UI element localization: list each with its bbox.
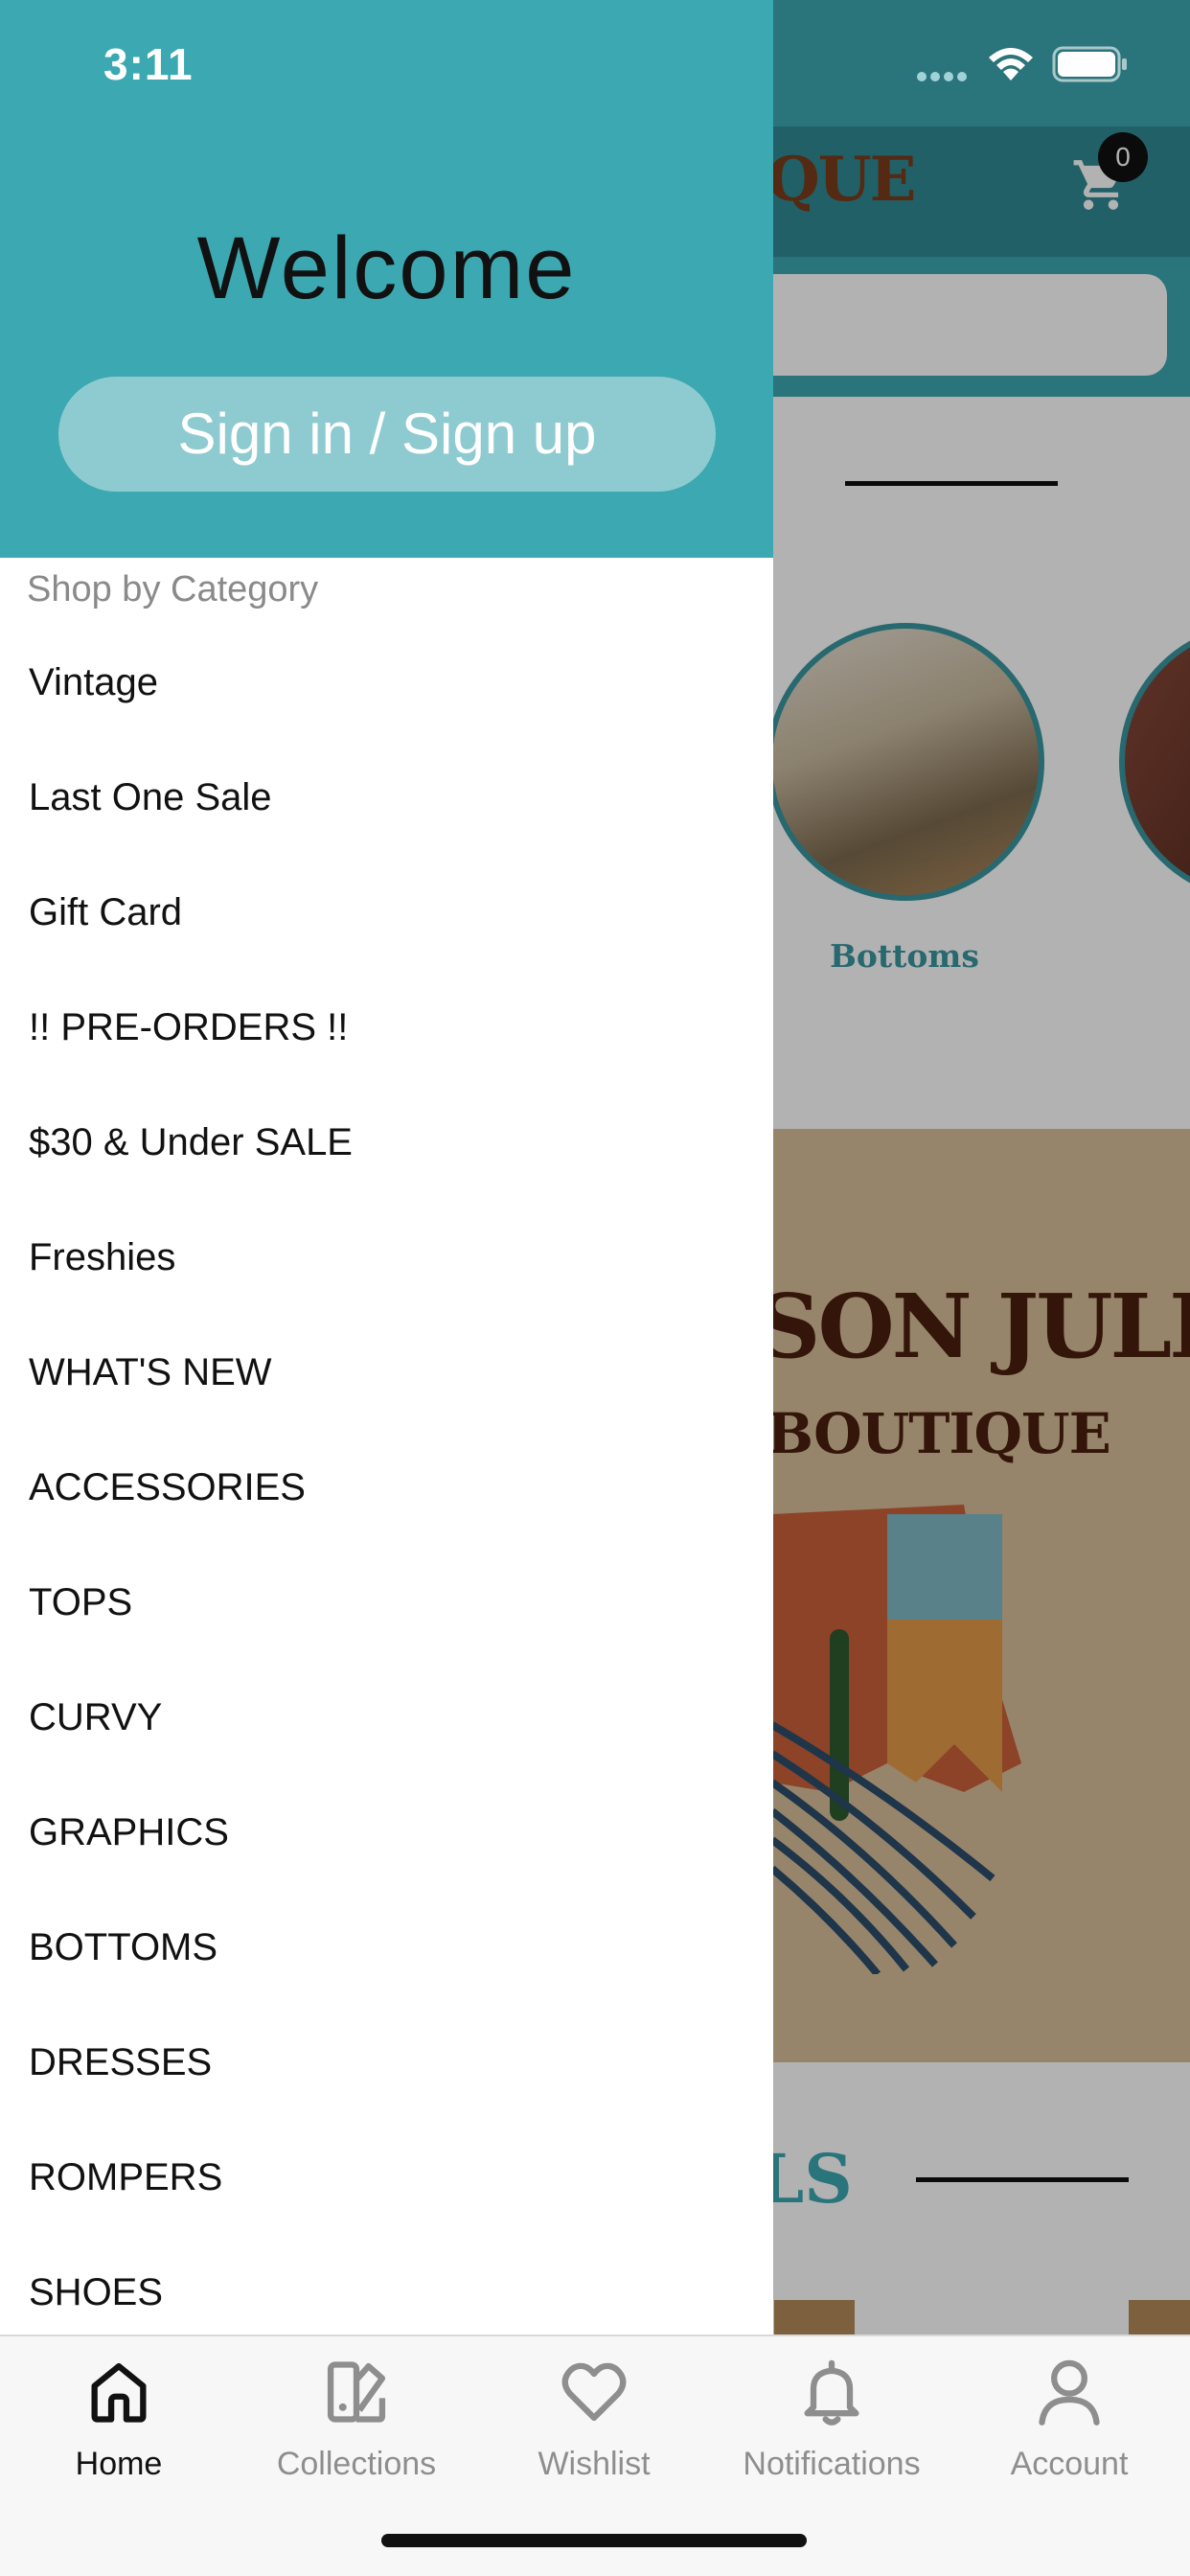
category-item-graphics[interactable]: GRAPHICS — [0, 1775, 773, 1890]
category-item-pre-orders[interactable]: !! PRE-ORDERS !! — [0, 970, 773, 1085]
category-item-freshies[interactable]: Freshies — [0, 1200, 773, 1315]
collections-icon — [327, 2361, 386, 2423]
category-item-accessories[interactable]: ACCESSORIES — [0, 1430, 773, 1545]
category-item-last-one-sale[interactable]: Last One Sale — [0, 740, 773, 855]
heart-icon — [561, 2362, 627, 2422]
bell-icon — [804, 2359, 859, 2426]
person-icon — [1039, 2359, 1100, 2426]
category-list: Vintage Last One Sale Gift Card !! PRE-O… — [0, 625, 773, 2350]
welcome-title: Welcome — [196, 219, 577, 317]
tab-home-label: Home — [75, 2446, 163, 2482]
category-item-whats-new[interactable]: WHAT'S NEW — [0, 1315, 773, 1430]
side-drawer: Welcome Sign in / Sign up Shop by Catego… — [0, 0, 773, 2576]
wifi-icon — [989, 48, 1033, 80]
tab-account-label: Account — [1010, 2446, 1129, 2482]
category-item-shoes[interactable]: SHOES — [0, 2235, 773, 2350]
tab-notifications[interactable]: Notifications — [713, 2356, 950, 2518]
sign-in-sign-up-button[interactable]: Sign in / Sign up — [58, 377, 716, 492]
tab-wishlist[interactable]: Wishlist — [475, 2356, 713, 2518]
category-item-vintage[interactable]: Vintage — [0, 625, 773, 740]
tab-home[interactable]: Home — [0, 2356, 238, 2518]
tab-wishlist-label: Wishlist — [538, 2446, 651, 2482]
category-item-30-under-sale[interactable]: $30 & Under SALE — [0, 1085, 773, 1200]
signal-icon — [917, 72, 967, 81]
category-item-bottoms[interactable]: BOTTOMS — [0, 1890, 773, 2005]
tab-account[interactable]: Account — [950, 2356, 1188, 2518]
status-time: 3:11 — [103, 39, 194, 89]
tab-collections[interactable]: Collections — [238, 2356, 475, 2518]
home-indicator[interactable] — [381, 2534, 807, 2547]
category-heading: Shop by Category — [27, 569, 319, 610]
category-item-gift-card[interactable]: Gift Card — [0, 855, 773, 970]
category-item-rompers[interactable]: ROMPERS — [0, 2120, 773, 2235]
tab-notifications-label: Notifications — [743, 2446, 921, 2482]
home-icon — [91, 2362, 147, 2423]
category-item-curvy[interactable]: CURVY — [0, 1660, 773, 1775]
category-item-dresses[interactable]: DRESSES — [0, 2005, 773, 2120]
tab-collections-label: Collections — [276, 2446, 437, 2482]
category-item-tops[interactable]: TOPS — [0, 1545, 773, 1660]
battery-icon — [1052, 46, 1127, 82]
